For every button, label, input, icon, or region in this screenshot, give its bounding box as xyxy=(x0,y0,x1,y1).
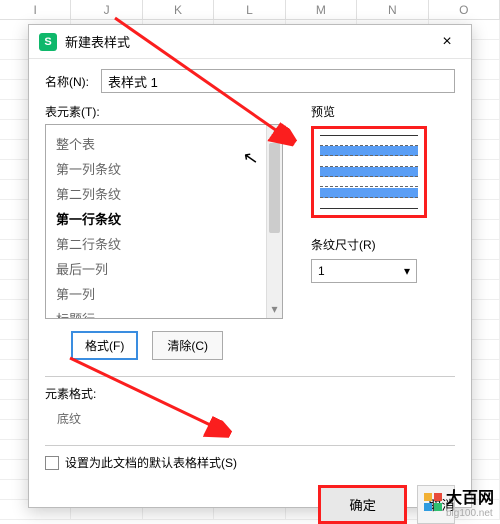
chevron-down-icon: ▾ xyxy=(404,264,410,278)
column-headers: I J K L M N O xyxy=(0,0,500,20)
dialog-titlebar[interactable]: S 新建表样式 × xyxy=(29,25,471,59)
watermark-brand: 大百网 xyxy=(446,484,494,508)
scroll-thumb[interactable] xyxy=(269,143,280,233)
col-header[interactable]: O xyxy=(429,0,500,20)
ok-button[interactable]: 确定 xyxy=(318,485,407,524)
divider xyxy=(45,376,455,377)
col-header[interactable]: K xyxy=(143,0,214,20)
table-element-label: 表元素(T): xyxy=(45,103,283,120)
watermark: 大百网 big100.net xyxy=(424,484,494,519)
col-header[interactable]: N xyxy=(357,0,428,20)
list-item[interactable]: 第一列 xyxy=(46,281,282,306)
preview-highlight-box xyxy=(311,126,427,218)
listbox-scrollbar[interactable]: ▴ ▾ xyxy=(266,125,282,318)
app-icon: S xyxy=(39,33,57,51)
col-header[interactable]: L xyxy=(214,0,285,20)
list-item[interactable]: 标题行 xyxy=(46,306,282,319)
divider xyxy=(45,445,455,446)
watermark-url: big100.net xyxy=(446,508,494,519)
list-item[interactable]: 最后一列 xyxy=(46,256,282,281)
col-header[interactable]: J xyxy=(71,0,142,20)
stripe-size-value: 1 xyxy=(318,264,325,278)
scroll-up-arrow-icon[interactable]: ▴ xyxy=(267,125,282,141)
stripe-size-select[interactable]: 1 ▾ xyxy=(311,259,417,283)
dialog-title: 新建表样式 xyxy=(65,32,433,51)
list-item[interactable]: 第二行条纹 xyxy=(46,231,282,256)
list-item[interactable]: 整个表 xyxy=(46,131,282,156)
set-default-label: 设置为此文档的默认表格样式(S) xyxy=(65,454,237,471)
list-item[interactable]: 第一行条纹 xyxy=(46,206,282,231)
stripe-size-label: 条纹尺寸(R) xyxy=(311,236,453,253)
list-item[interactable]: 第二列条纹 xyxy=(46,181,282,206)
name-label: 名称(N): xyxy=(45,73,101,90)
scroll-down-arrow-icon[interactable]: ▾ xyxy=(267,302,282,318)
style-name-input[interactable] xyxy=(101,69,455,93)
preview-table xyxy=(320,135,418,209)
col-header[interactable]: I xyxy=(0,0,71,20)
new-table-style-dialog: S 新建表样式 × 名称(N): 表元素(T): 整个表 第一列条纹 第二列条纹… xyxy=(28,24,472,508)
close-button[interactable]: × xyxy=(433,28,461,56)
table-element-listbox[interactable]: 整个表 第一列条纹 第二列条纹 第一行条纹 第二行条纹 最后一列 第一列 标题行 xyxy=(45,124,283,319)
watermark-logo-icon xyxy=(424,493,442,511)
list-item[interactable]: 第一列条纹 xyxy=(46,156,282,181)
shading-value: 底纹 xyxy=(45,410,455,427)
format-button[interactable]: 格式(F) xyxy=(71,331,138,360)
set-default-checkbox[interactable] xyxy=(45,456,59,470)
clear-button[interactable]: 清除(C) xyxy=(152,331,223,360)
col-header[interactable]: M xyxy=(286,0,357,20)
preview-label: 预览 xyxy=(311,103,453,120)
element-format-label: 元素格式: xyxy=(45,385,455,402)
